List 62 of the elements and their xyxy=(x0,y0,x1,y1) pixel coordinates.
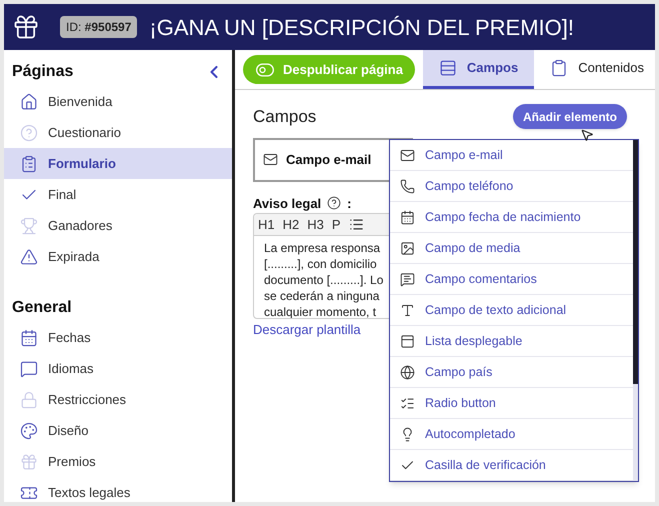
calendar-icon xyxy=(20,328,38,346)
sidebar-item[interactable]: Idiomas xyxy=(4,353,232,384)
legal-text-line: La empresa responsa xyxy=(264,240,380,256)
lock-icon xyxy=(20,390,38,408)
globe-icon xyxy=(400,364,415,380)
sidebar-item[interactable]: Formulario xyxy=(4,148,232,179)
legal-text-line: [.........], con domicilio xyxy=(264,256,377,272)
speech-bubble-icon xyxy=(20,360,38,378)
help-icon[interactable] xyxy=(327,196,342,210)
sidebar-item[interactable]: Final xyxy=(4,179,232,210)
menu-item[interactable]: Campo e-mail xyxy=(390,140,633,171)
menu-item[interactable]: Campo fecha de nacimiento xyxy=(390,202,633,233)
house-icon xyxy=(20,92,38,110)
tab[interactable]: Campos xyxy=(422,50,534,89)
image-icon xyxy=(400,240,415,256)
text-icon xyxy=(400,302,415,318)
page-title: ¡GANA UN [DESCRIPCIÓN DEL PREMIO]! xyxy=(149,14,574,42)
trophy-icon xyxy=(20,216,38,234)
menu-item[interactable]: Campo de media xyxy=(390,233,633,264)
format-tool[interactable]: H1 xyxy=(258,214,275,234)
question-icon xyxy=(20,124,38,142)
format-tool[interactable]: H3 xyxy=(307,214,324,234)
mail-icon xyxy=(400,148,415,162)
section-title: General xyxy=(12,298,72,318)
sidebar-item[interactable]: Bienvenida xyxy=(4,86,232,117)
sidebar-item[interactable]: Ganadores xyxy=(4,210,232,241)
legal-text-line: se cederán a ninguna xyxy=(264,288,380,304)
menu-item[interactable]: Campo comentarios xyxy=(390,264,633,295)
dropdown-list-icon xyxy=(400,334,415,348)
gift-icon xyxy=(12,13,40,41)
section-title: Páginas xyxy=(12,62,74,82)
calendar-icon xyxy=(400,210,415,224)
menu-item[interactable]: Lista desplegable xyxy=(390,326,633,357)
sidebar-item[interactable]: Fechas xyxy=(4,322,232,353)
sidebar-item[interactable]: Premios xyxy=(4,446,232,477)
gift-icon xyxy=(20,452,38,470)
rows-icon xyxy=(438,59,457,77)
phone-icon xyxy=(400,178,415,194)
format-tool[interactable]: P xyxy=(332,214,341,234)
add-element-button[interactable]: Añadir elemento xyxy=(512,104,627,130)
palette-icon xyxy=(20,422,38,440)
sidebar-item[interactable]: Expirada xyxy=(4,241,232,272)
format-tool[interactable]: H2 xyxy=(282,214,300,234)
list-icon xyxy=(400,396,415,410)
menu-item[interactable]: Campo país xyxy=(390,357,633,388)
scrollbar[interactable] xyxy=(633,140,638,481)
sidebar-item[interactable]: Diseño xyxy=(4,415,232,446)
comment-icon xyxy=(400,272,415,286)
field-label: Aviso legal xyxy=(253,194,322,213)
sidebar-item[interactable]: Cuestionario xyxy=(4,117,232,148)
sidebar-item[interactable]: Textos legales xyxy=(4,477,232,502)
warning-icon xyxy=(20,248,38,266)
sidebar-item[interactable]: Restricciones xyxy=(4,384,232,415)
colon: : xyxy=(347,194,352,212)
section-heading: Campos xyxy=(253,106,316,128)
list-icon[interactable] xyxy=(348,217,364,232)
id-badge: ID: #950597 xyxy=(60,16,138,38)
clipboard-icon xyxy=(550,59,568,77)
form-icon xyxy=(20,154,38,172)
tab[interactable]: Contenidos xyxy=(534,50,659,89)
mail-icon xyxy=(263,152,278,167)
legal-text-line: documento [.........]. Lo xyxy=(264,272,384,288)
